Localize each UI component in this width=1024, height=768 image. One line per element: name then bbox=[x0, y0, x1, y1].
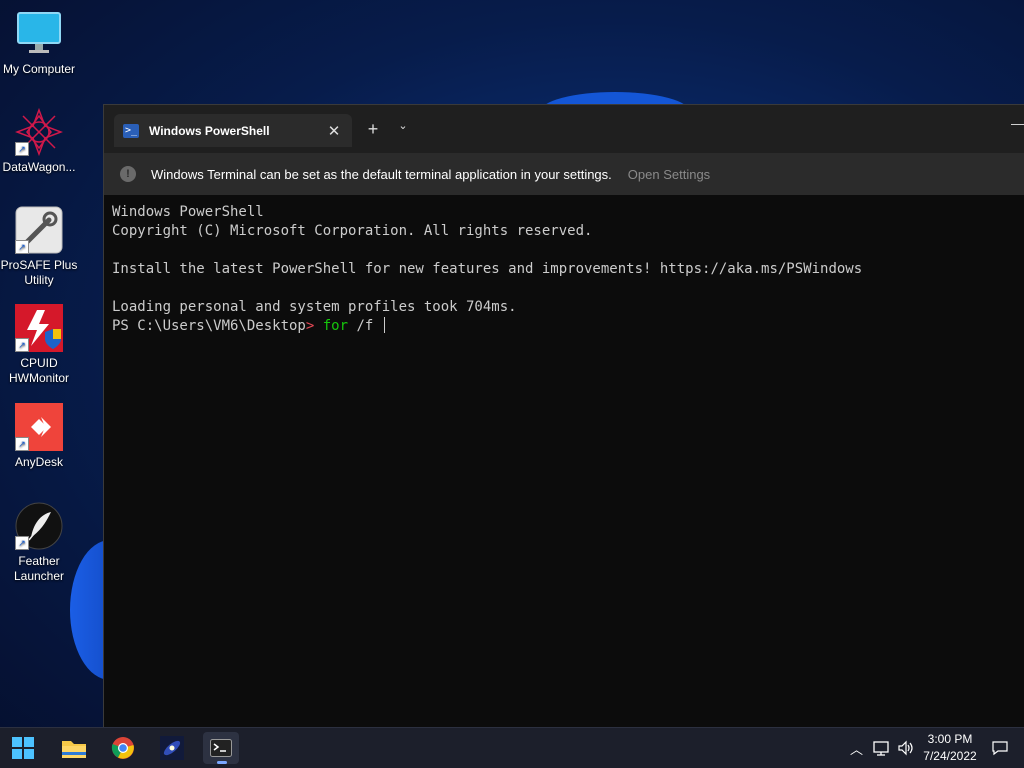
prompt-path: PS C:\Users\VM6\Desktop bbox=[112, 318, 306, 334]
shortcut-arrow-icon: ↗ bbox=[15, 240, 29, 254]
terminal-icon bbox=[210, 739, 232, 757]
tab-windows-powershell[interactable]: >_ Windows PowerShell ✕ bbox=[114, 114, 352, 147]
galaxy-app-button[interactable] bbox=[154, 732, 190, 764]
desktop-icon-hwmonitor[interactable]: ↗ CPUID HWMonitor bbox=[0, 304, 78, 386]
console-line: Loading personal and system profiles too… bbox=[112, 299, 517, 315]
notification-icon[interactable] bbox=[991, 728, 1009, 768]
clock-time: 3:00 PM bbox=[927, 732, 973, 746]
shortcut-arrow-icon: ↗ bbox=[15, 338, 29, 352]
desktop-icon-feather-launcher[interactable]: ↗ Feather Launcher bbox=[0, 502, 78, 584]
info-bar: ! Windows Terminal can be set as the def… bbox=[104, 153, 1024, 195]
anydesk-icon: ↗ bbox=[15, 403, 63, 451]
text-cursor bbox=[383, 317, 385, 333]
show-hidden-icons[interactable]: ︿ bbox=[850, 728, 863, 768]
chevron-up-icon[interactable]: ︿ bbox=[850, 739, 863, 758]
active-indicator bbox=[217, 761, 227, 764]
volume-icon[interactable] bbox=[897, 728, 915, 768]
desktop-icon-my-computer[interactable]: My Computer bbox=[0, 10, 78, 77]
console-output[interactable]: Windows PowerShell Copyright (C) Microso… bbox=[104, 195, 1024, 344]
galaxy-app-icon bbox=[160, 736, 184, 760]
desktop-icon-label: CPUID HWMonitor bbox=[8, 356, 69, 385]
desktop-icon-label: ProSAFE Plus Utility bbox=[0, 258, 78, 287]
chrome-button[interactable] bbox=[105, 732, 141, 764]
monitor-icon bbox=[15, 10, 63, 58]
title-bar[interactable]: >_ Windows PowerShell ✕ + ⌄ — bbox=[104, 105, 1024, 153]
console-line: Install the latest PowerShell for new fe… bbox=[112, 261, 863, 277]
terminal-window: >_ Windows PowerShell ✕ + ⌄ — ! Windows … bbox=[103, 104, 1024, 730]
system-clock[interactable]: 3:00 PM 7/24/2022 bbox=[920, 731, 980, 765]
chevron-down-icon[interactable]: ⌄ bbox=[394, 119, 412, 132]
desktop-icon-label: DataWagon... bbox=[2, 160, 76, 174]
open-settings-link[interactable]: Open Settings bbox=[628, 167, 710, 182]
wrench-icon: ↗ bbox=[15, 206, 63, 254]
prompt-arrow: > bbox=[305, 318, 315, 334]
tab-title: Windows PowerShell bbox=[149, 123, 270, 138]
start-button[interactable] bbox=[5, 732, 41, 764]
desktop-icon-anydesk[interactable]: ↗ AnyDesk bbox=[0, 403, 78, 470]
start-icon bbox=[12, 737, 34, 759]
terminal-button[interactable] bbox=[203, 732, 239, 764]
minimize-button[interactable]: — bbox=[1011, 115, 1024, 131]
feather-icon: ↗ bbox=[15, 502, 63, 550]
clock-date: 7/24/2022 bbox=[923, 749, 977, 763]
taskbar: ︿ 3:00 PM 7/24/2022 bbox=[0, 727, 1024, 768]
datawagon-icon: ↗ bbox=[14, 107, 64, 157]
info-message: Windows Terminal can be set as the defau… bbox=[151, 166, 612, 182]
chrome-icon bbox=[111, 737, 134, 759]
file-explorer-button[interactable] bbox=[56, 732, 92, 764]
desktop-icon-label: My Computer bbox=[2, 62, 76, 76]
info-icon: ! bbox=[120, 166, 136, 182]
network-icon[interactable] bbox=[873, 728, 891, 768]
desktop-icon-label: AnyDesk bbox=[14, 455, 64, 469]
new-tab-button[interactable]: + bbox=[362, 119, 384, 140]
desktop-icon-prosafe[interactable]: ↗ ProSAFE Plus Utility bbox=[0, 206, 78, 288]
hwmonitor-icon: ↗ bbox=[15, 304, 63, 352]
close-tab-icon[interactable]: ✕ bbox=[322, 122, 346, 140]
shortcut-arrow-icon: ↗ bbox=[15, 536, 29, 550]
console-line: Windows PowerShell bbox=[112, 204, 264, 220]
console-line: Copyright (C) Microsoft Corporation. All… bbox=[112, 223, 593, 239]
powershell-icon: >_ bbox=[123, 123, 139, 138]
command-keyword: for bbox=[322, 318, 349, 334]
prompt-line[interactable]: PS C:\Users\VM6\Desktop> for /f bbox=[112, 317, 1017, 336]
shortcut-arrow-icon: ↗ bbox=[15, 437, 29, 451]
desktop-icon-label: Feather Launcher bbox=[13, 554, 65, 583]
shortcut-arrow-icon: ↗ bbox=[15, 142, 29, 156]
command-args: /f bbox=[356, 318, 374, 334]
desktop-icon-datawagon[interactable]: ↗ DataWagon... bbox=[0, 107, 78, 175]
file-explorer-icon bbox=[62, 741, 86, 758]
